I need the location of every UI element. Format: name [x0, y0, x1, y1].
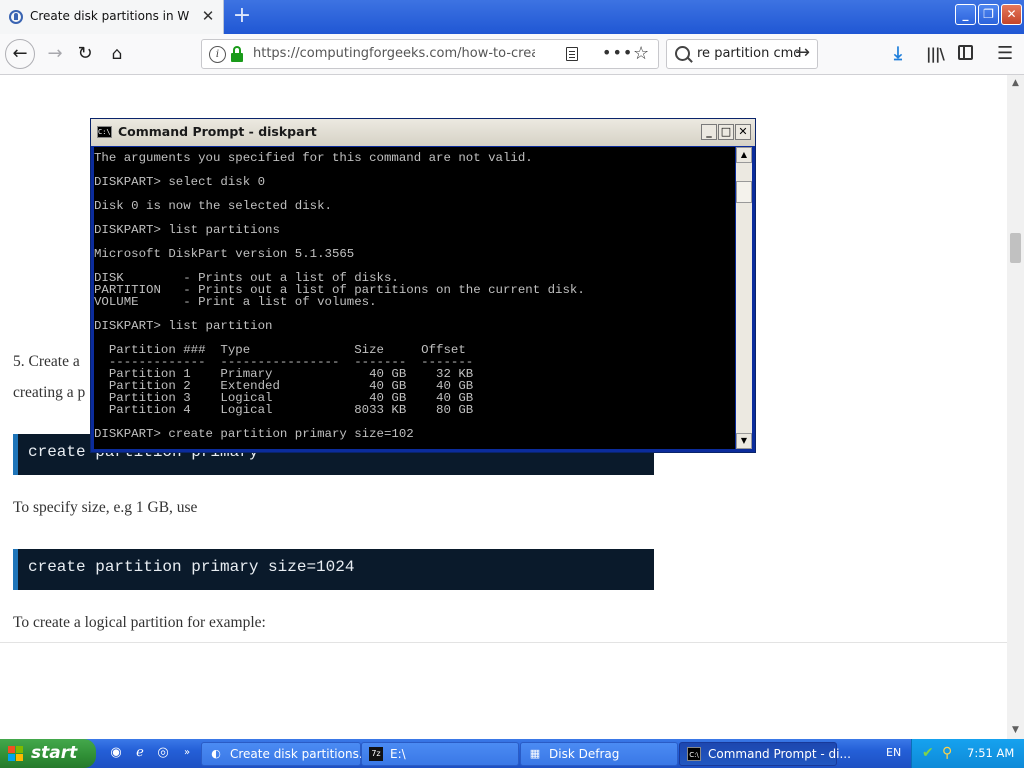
back-icon: ←	[12, 43, 28, 64]
sidebar-icon[interactable]	[958, 45, 973, 60]
page-info-icon[interactable]: i	[209, 46, 226, 63]
home-button[interactable]: ⌂	[102, 39, 132, 69]
scroll-up-icon[interactable]: ▲	[1007, 75, 1024, 92]
cmd-scroll-thumb[interactable]	[736, 181, 752, 203]
code-block-size: create partition primary size=1024	[13, 549, 654, 590]
defrag-icon: ▦	[529, 747, 541, 760]
quicklaunch-more-icon[interactable]: »	[178, 744, 196, 762]
paragraph-size: To specify size, e.g 1 GB, use	[13, 499, 198, 516]
cmd-icon: C:\	[97, 126, 112, 138]
downloads-icon[interactable]: ⤓	[894, 43, 902, 64]
quicklaunch-ie-icon[interactable]: ℯ	[131, 744, 149, 762]
paragraph-step5: 5. Create a	[13, 353, 80, 370]
reload-icon: ↻	[77, 43, 93, 64]
scroll-thumb[interactable]	[1010, 233, 1021, 263]
console-output: The arguments you specified for this com…	[94, 151, 585, 441]
restore-button[interactable]: ❐	[978, 4, 999, 25]
start-button[interactable]: start	[0, 739, 96, 768]
taskbar: start ◉ ℯ ◎ » ◐ Create disk partitions..…	[0, 739, 1024, 768]
quicklaunch-explorer-icon[interactable]: ◉	[107, 744, 125, 762]
cmd-console[interactable]: The arguments you specified for this com…	[94, 147, 735, 449]
page-actions-icon[interactable]: •••	[602, 43, 633, 62]
reader-view-icon[interactable]	[566, 47, 578, 61]
taskbar-clock: 7:51 AM	[967, 746, 1015, 760]
taskbar-button-cmd[interactable]: C:\ Command Prompt - di...	[679, 742, 851, 766]
cmd-scroll-up-icon[interactable]: ▲	[736, 147, 752, 163]
page-scrollbar[interactable]: ▲ ▼	[1007, 75, 1024, 739]
library-icon[interactable]: |||\	[926, 45, 945, 63]
cmd-title: Command Prompt - diskpart	[118, 124, 317, 139]
home-icon: ⌂	[111, 44, 123, 64]
browser-tab-active[interactable]: Create disk partitions in Windows ✕	[0, 0, 224, 34]
tray-search-icon[interactable]: ⚲	[942, 745, 958, 761]
tab-title: Create disk partitions in Windows	[30, 9, 190, 23]
language-indicator[interactable]: EN	[886, 746, 901, 759]
scroll-down-icon[interactable]: ▼	[1007, 722, 1024, 739]
taskbar-button-firefox[interactable]: ◐ Create disk partitions...	[201, 742, 370, 766]
navigation-toolbar: ← → ↻ ⌂ i https://computingforgeeks.com/…	[0, 34, 1024, 75]
cmd-icon: C:\	[687, 747, 701, 761]
divider	[0, 642, 1007, 643]
start-label: start	[31, 743, 78, 763]
bookmark-star-icon[interactable]: ☆	[633, 43, 649, 64]
search-go-icon[interactable]: →	[795, 42, 810, 63]
url-bar[interactable]: i https://computingforgeeks.com/how-to-c…	[201, 39, 659, 69]
url-text[interactable]: https://computingforgeeks.com/how-to-cre…	[253, 46, 535, 61]
minimize-button[interactable]: _	[955, 4, 976, 25]
forward-icon: →	[47, 43, 63, 64]
site-favicon-icon	[9, 10, 23, 24]
cmd-maximize-button[interactable]: □	[718, 124, 734, 140]
7zip-icon: 7z	[369, 747, 383, 761]
forward-button[interactable]: →	[40, 39, 70, 69]
search-input[interactable]: re partition cmd	[697, 46, 802, 61]
browser-tab-strip: Create disk partitions in Windows ✕ + _ …	[0, 0, 1024, 34]
cmd-scroll-down-icon[interactable]: ▼	[736, 433, 752, 449]
search-icon	[675, 46, 690, 61]
tab-close-icon[interactable]: ✕	[200, 8, 216, 24]
close-window-button[interactable]: ✕	[1001, 4, 1022, 25]
taskbar-button-7zip[interactable]: 7z E:\	[361, 742, 519, 766]
cmd-close-button[interactable]: ✕	[735, 124, 751, 140]
quicklaunch-media-icon[interactable]: ◎	[154, 744, 172, 762]
command-prompt-window: C:\ Command Prompt - diskpart _ □ ✕ The …	[90, 118, 756, 453]
hamburger-menu-icon[interactable]: ☰	[997, 43, 1013, 64]
cmd-minimize-button[interactable]: _	[701, 124, 717, 140]
code-text: create partition primary size=1024	[28, 558, 355, 576]
cmd-title-bar[interactable]: C:\ Command Prompt - diskpart _ □ ✕	[91, 119, 755, 146]
search-bar[interactable]: re partition cmd →	[666, 39, 818, 69]
window-controls: _ ❐ ✕	[953, 4, 1022, 28]
paragraph-logical: To create a logical partition for exampl…	[13, 614, 266, 631]
cmd-scrollbar[interactable]: ▲ ▼	[736, 147, 752, 449]
taskbar-button-defrag[interactable]: ▦ Disk Defrag	[520, 742, 678, 766]
windows-logo-icon	[8, 746, 24, 761]
reload-button[interactable]: ↻	[70, 39, 100, 69]
tray-shield-icon[interactable]: ✔	[922, 745, 938, 761]
paragraph-step5-line2: creating a p	[13, 384, 86, 401]
secure-lock-icon[interactable]	[231, 46, 243, 62]
new-tab-button[interactable]: +	[230, 4, 254, 28]
back-button[interactable]: ←	[5, 39, 35, 69]
firefox-icon: ◐	[211, 747, 221, 760]
